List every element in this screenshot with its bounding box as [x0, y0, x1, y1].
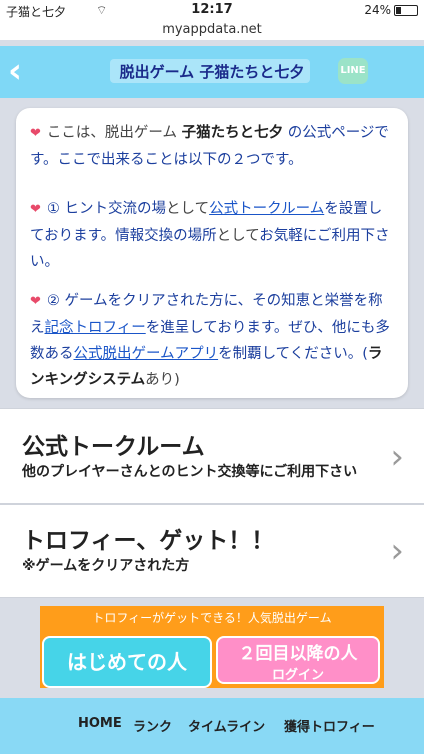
intro-paragraph-3: ❤ ② ゲームをクリアされた方に、その知恵と栄誉を称え記念トロフィーを進呈しており… [30, 293, 390, 388]
heart-icon: ❤ [30, 294, 41, 309]
escape-apps-link[interactable]: 公式脱出ゲームアプリ [74, 346, 219, 362]
status-bar: 子猫と七夕 ⌔ 12:17 24% [0, 0, 424, 20]
intro-paragraph-1: ❤ ここは、脱出ゲーム 子猫たちと七夕 の公式ページです。ここで出来ることは以下の… [30, 125, 389, 168]
menu-item-subtitle: ※ゲームをクリアされた方 [22, 558, 190, 574]
menu-item-title: トロフィー、ゲット！！ [22, 528, 275, 554]
nav-bar: ‹ 脱出ゲーム 子猫たちと七夕 LINE [0, 46, 424, 98]
chevron-right-icon: › [390, 437, 404, 477]
banner-text: トロフィーがゲットできる！人気脱出ゲーム [92, 611, 332, 625]
tab-rank[interactable]: ランク [133, 716, 172, 735]
promo-banner: トロフィーがゲットできる！人気脱出ゲーム はじめての人 ２回目以降の人 ログイン [40, 606, 384, 688]
url-bar[interactable]: myappdata.net [0, 20, 424, 40]
menu-item-subtitle: 他のプレイヤーさんとのヒント交換等にご利用下さい [22, 464, 358, 480]
battery-icon [394, 5, 418, 16]
heart-icon: ❤ [30, 126, 41, 141]
intro-paragraph-2: ❤ ① ヒント交流の場として公式トークルームを設置しております。情報交換の場所とし… [30, 201, 390, 270]
menu-item-talkroom[interactable]: 公式トークルーム 他のプレイヤーさんとのヒント交換等にご利用下さい › [0, 408, 424, 504]
tab-trophies[interactable]: 獲得トロフィー [284, 716, 375, 735]
battery-indicator: 24% [364, 3, 418, 17]
first-time-button[interactable]: はじめての人 [42, 636, 212, 688]
trophy-link[interactable]: 記念トロフィー [45, 320, 146, 336]
tab-timeline[interactable]: タイムライン [188, 716, 265, 735]
menu-item-title: 公式トークルーム [22, 434, 205, 460]
login-label: ログイン [271, 668, 324, 683]
bottom-tab-bar: HOME ランク タイムライン 獲得トロフィー [0, 698, 424, 754]
returning-user-button[interactable]: ２回目以降の人 ログイン [216, 636, 380, 684]
heart-icon: ❤ [30, 202, 41, 217]
menu-item-trophy[interactable]: トロフィー、ゲット！！ ※ゲームをクリアされた方 › [0, 504, 424, 598]
returning-user-label: ２回目以降の人 [238, 644, 358, 664]
battery-percent: 24% [364, 3, 391, 17]
intro-card: ❤ ここは、脱出ゲーム 子猫たちと七夕 の公式ページです。ここで出来ることは以下の… [16, 108, 408, 398]
talkroom-link[interactable]: 公式トークルーム [209, 201, 324, 217]
clock: 12:17 [191, 2, 233, 17]
line-icon[interactable]: LINE [338, 58, 368, 84]
chevron-right-icon: › [390, 531, 404, 571]
tab-home[interactable]: HOME [78, 716, 122, 731]
